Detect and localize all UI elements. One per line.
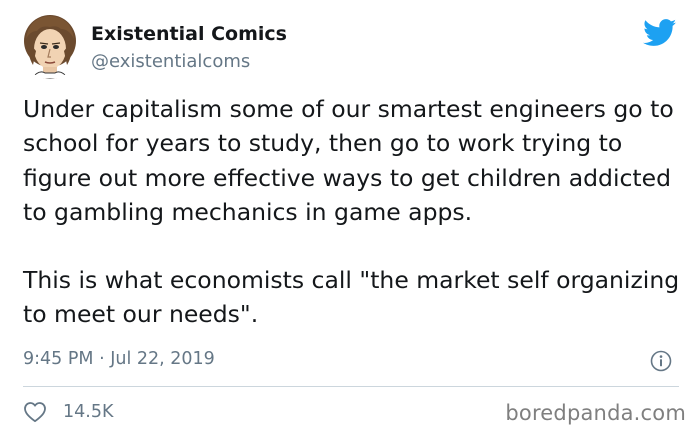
tweet-card: Existential Comics @existentialcoms Unde… [0,0,700,441]
tweet-timestamp[interactable]: 9:45 PM · Jul 22, 2019 [23,349,215,369]
divider [23,386,679,387]
tweet-text: Under capitalism some of our smartest en… [23,92,683,332]
like-button[interactable]: 14.5K [23,398,113,426]
cartoon-portrait-avatar-icon [24,15,76,79]
author-handle[interactable]: @existentialcoms [91,51,250,72]
avatar[interactable] [19,11,81,79]
heart-icon[interactable] [23,401,47,423]
info-icon[interactable] [650,350,672,372]
twitter-bird-icon[interactable] [643,19,677,47]
tweet-paragraph-1: Under capitalism some of our smartest en… [23,95,674,226]
like-count: 14.5K [63,402,114,422]
author-name[interactable]: Existential Comics [91,23,287,45]
tweet-paragraph-2: This is what economists call "the market… [23,266,680,329]
boredpanda-watermark: boredpanda.com [505,401,686,425]
